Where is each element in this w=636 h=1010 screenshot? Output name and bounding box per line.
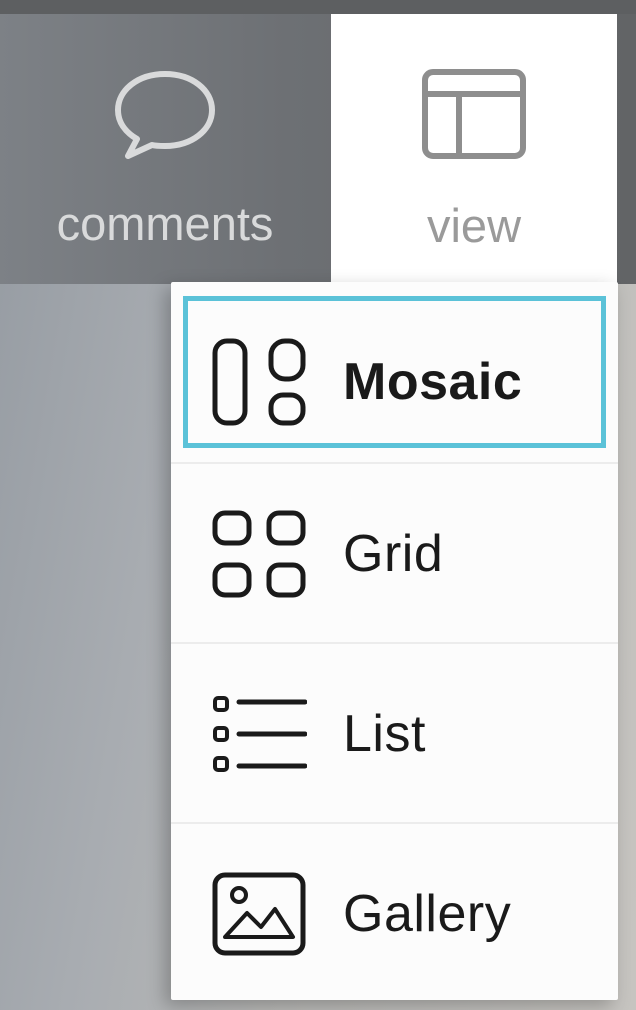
menu-item-label: Mosaic — [343, 352, 523, 411]
menu-item-grid[interactable]: Grid — [171, 464, 618, 643]
speech-bubble-icon — [110, 64, 220, 164]
menu-item-label: Gallery — [343, 884, 512, 943]
image-icon — [209, 864, 309, 964]
menu-item-list[interactable]: List — [171, 644, 618, 823]
layout-icon — [419, 64, 529, 164]
mosaic-icon — [209, 332, 309, 432]
grid-icon — [209, 504, 309, 604]
menu-item-mosaic[interactable]: Mosaic — [171, 282, 618, 461]
comments-button[interactable]: comments — [0, 14, 330, 284]
list-icon — [209, 684, 309, 784]
menu-item-gallery[interactable]: Gallery — [171, 824, 618, 1003]
view-button[interactable]: view — [331, 14, 617, 284]
window-top-edge — [0, 0, 636, 14]
view-label: view — [426, 199, 522, 252]
view-menu: Mosaic Grid List Gallery — [171, 282, 618, 1000]
menu-item-label: Grid — [343, 524, 444, 583]
menu-item-label: List — [343, 704, 426, 763]
toolbar: comments view — [0, 14, 636, 284]
comments-label: comments — [56, 197, 274, 250]
